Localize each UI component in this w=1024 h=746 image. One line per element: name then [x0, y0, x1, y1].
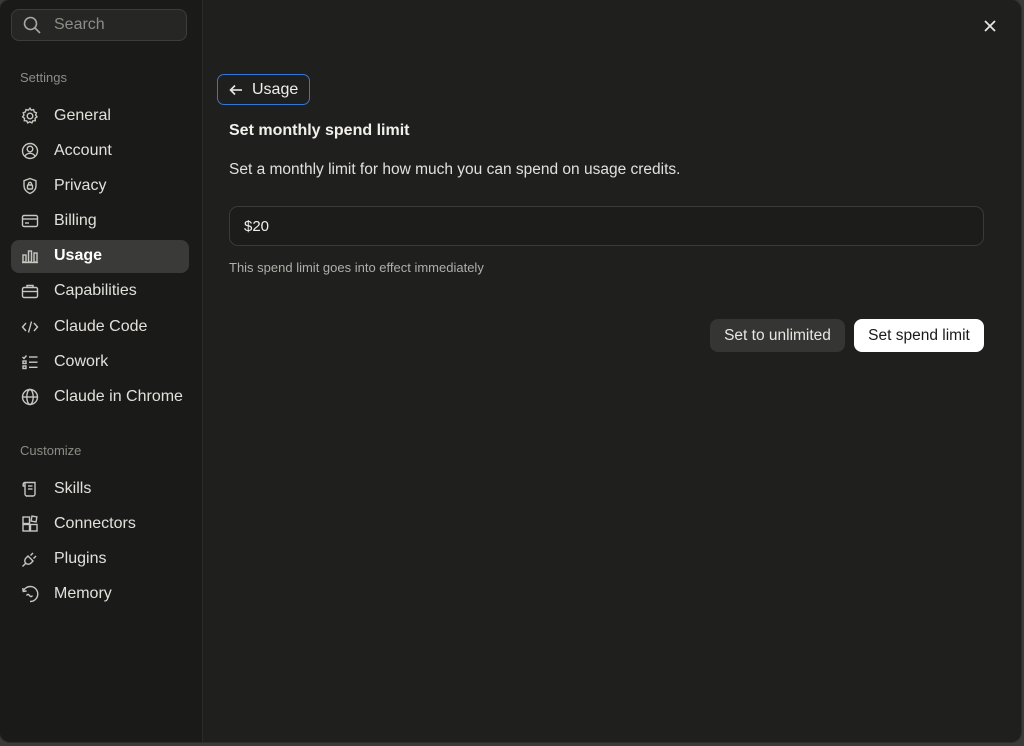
sidebar-item-label: General	[54, 106, 111, 124]
back-to-usage-button[interactable]: Usage	[217, 74, 311, 105]
customize-section-label: Customize	[20, 443, 82, 458]
spend-limit-hint: This spend limit goes into effect immedi…	[229, 260, 484, 275]
sidebar-item-label: Skills	[54, 479, 92, 497]
sidebar-item-label: Connectors	[54, 514, 136, 532]
toolbox-icon	[20, 281, 40, 301]
set-to-unlimited-button[interactable]: Set to unlimited	[710, 319, 845, 352]
sidebar-item-billing[interactable]: Billing	[11, 205, 189, 238]
sidebar-item-label: Claude in Chrome	[54, 388, 183, 405]
code-icon	[20, 317, 40, 337]
close-button[interactable]	[978, 14, 1002, 38]
settings-section-label: Settings	[20, 70, 67, 85]
sidebar-item-general[interactable]: General	[11, 99, 189, 132]
sidebar-item-label: Privacy	[54, 176, 107, 194]
search-input[interactable]	[54, 16, 164, 34]
sidebar-item-account[interactable]: Account	[11, 134, 189, 167]
memory-icon	[20, 584, 40, 604]
sidebar-item-claude-code[interactable]: Claude Code	[11, 310, 189, 343]
close-icon	[982, 18, 998, 34]
sidebar-item-label: Usage	[54, 247, 103, 265]
sidebar-item-label: Claude Code	[54, 317, 148, 335]
sidebar-item-label: Plugins	[54, 549, 107, 567]
sidebar-item-label: Memory	[54, 585, 112, 603]
blocks-icon	[20, 514, 40, 534]
customize-nav: Skills Connectors Plugins Memory	[11, 472, 189, 613]
search-icon	[22, 15, 42, 35]
scroll-icon	[20, 479, 40, 499]
shield-lock-icon	[20, 176, 40, 196]
sidebar-item-connectors[interactable]: Connectors	[11, 507, 189, 540]
page-description: Set a monthly limit for how much you can…	[229, 161, 681, 178]
spend-limit-input[interactable]	[229, 206, 984, 246]
sidebar-item-label: Account	[54, 141, 112, 159]
sidebar-item-label: Billing	[54, 212, 97, 230]
sidebar-item-skills[interactable]: Skills	[11, 472, 189, 505]
sidebar-item-privacy[interactable]: Privacy	[11, 169, 189, 202]
sidebar: Settings General Account Privacy Billing…	[0, 0, 203, 742]
set-spend-limit-button[interactable]: Set spend limit	[854, 319, 984, 352]
sidebar-item-cowork[interactable]: Cowork	[11, 345, 189, 378]
plug-icon	[20, 549, 40, 569]
user-circle-icon	[20, 141, 40, 161]
gear-icon	[20, 106, 40, 126]
search-box[interactable]	[11, 9, 187, 41]
sidebar-item-capabilities[interactable]: Capabilities	[11, 275, 189, 308]
sidebar-item-label: Capabilities	[54, 282, 137, 300]
arrow-left-icon	[228, 82, 244, 98]
page-title: Set monthly spend limit	[229, 122, 410, 139]
sidebar-item-plugins[interactable]: Plugins	[11, 542, 189, 575]
globe-icon	[20, 387, 40, 407]
sidebar-item-usage[interactable]: Usage	[11, 239, 189, 273]
settings-nav: General Account Privacy Billing Usage Ca…	[11, 99, 189, 416]
credit-card-icon	[20, 211, 40, 231]
sidebar-item-label: Cowork	[54, 352, 109, 370]
back-label: Usage	[252, 80, 299, 98]
checklist-icon	[20, 352, 40, 372]
settings-window: Settings General Account Privacy Billing…	[0, 0, 1021, 742]
bar-chart-icon	[20, 246, 40, 266]
sidebar-item-memory[interactable]: Memory	[11, 578, 189, 611]
sidebar-item-claude-in-chrome[interactable]: Claude in Chrome	[11, 381, 189, 414]
